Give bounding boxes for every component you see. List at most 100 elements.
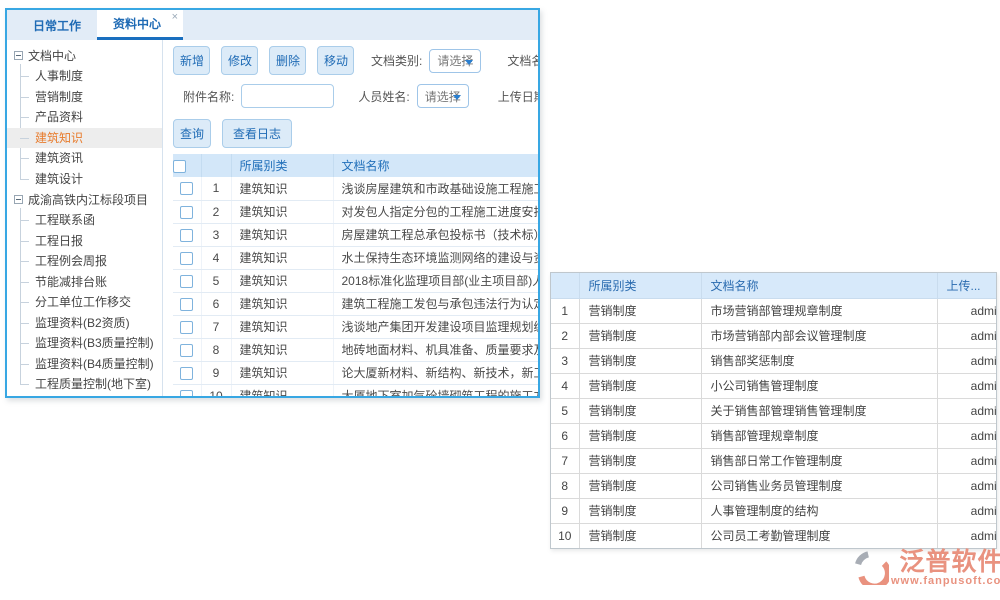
row-checkbox[interactable] bbox=[180, 390, 193, 396]
tree-item-contact-letter[interactable]: 工程联系函 bbox=[7, 210, 162, 231]
row-index: 3 bbox=[201, 223, 231, 246]
fanpu-logo: 泛普软件 www.fanpusoft.com bbox=[853, 549, 1000, 587]
add-button[interactable]: 新增 bbox=[173, 46, 210, 75]
table-row[interactable]: 6 营销制度 销售部管理规章制度 admin bbox=[551, 423, 997, 448]
row-index: 7 bbox=[201, 315, 231, 338]
row-doc-name: 房屋建筑工程总承包投标书（技术标）... bbox=[333, 223, 538, 246]
table-row[interactable]: 3 建筑知识 房屋建筑工程总承包投标书（技术标）... bbox=[173, 223, 538, 246]
row-uploader: admin bbox=[937, 298, 997, 323]
chevron-down-icon bbox=[465, 60, 473, 65]
tree-item-quality-control-basement[interactable]: 工程质量控制(地下室) bbox=[7, 374, 162, 395]
toolbar-row: 新增 修改 删除 移动 文档类别: 请选择 文档名称: bbox=[173, 46, 538, 75]
tree-group-project: 工程联系函 工程日报 工程例会周报 节能减排台账 分工单位工作移交 监理资料(B… bbox=[7, 210, 162, 395]
row-doc-name: 关于销售部管理销售管理制度 bbox=[701, 398, 937, 423]
tree-item-supervision-b2[interactable]: 监理资料(B2资质) bbox=[7, 313, 162, 334]
tree-root-document-center[interactable]: 文档中心 bbox=[7, 45, 162, 66]
table-row[interactable]: 7 建筑知识 浅谈地产集团开发建设项目监理规划编... bbox=[173, 315, 538, 338]
table-row[interactable]: 10 营销制度 公司员工考勤管理制度 admin bbox=[551, 523, 997, 548]
table-row[interactable]: 8 营销制度 公司销售业务员管理制度 admin bbox=[551, 473, 997, 498]
row-checkbox[interactable] bbox=[180, 298, 193, 311]
table-row[interactable]: 10 建筑知识 大厦地下室加气砼墙砌筑工程的施工方... bbox=[173, 384, 538, 396]
table-row[interactable]: 5 营销制度 关于销售部管理销售管理制度 admin bbox=[551, 398, 997, 423]
row-checkbox[interactable] bbox=[180, 182, 193, 195]
table-row[interactable]: 4 建筑知识 水土保持生态环境监测网络的建设与资... bbox=[173, 246, 538, 269]
row-doc-name: 2018标准化监理项目部(业主项目部)人员... bbox=[333, 269, 538, 292]
tree-item-hr-policy[interactable]: 人事制度 bbox=[7, 66, 162, 87]
table-header-row: 所属别类 文档名称 bbox=[173, 154, 538, 177]
move-button[interactable]: 移动 bbox=[317, 46, 354, 75]
document-center-window: 日常工作 资料中心 × 文档中心 人事制度 营销制度 产品资料 建筑知识 建筑资… bbox=[5, 8, 540, 398]
tree-item-construction-knowledge[interactable]: 建筑知识 bbox=[7, 128, 162, 149]
row-doc-name: 销售部管理规章制度 bbox=[701, 423, 937, 448]
row-checkbox[interactable] bbox=[180, 229, 193, 242]
row-index: 4 bbox=[201, 246, 231, 269]
row-checkbox[interactable] bbox=[180, 344, 193, 357]
tab-data-center[interactable]: 资料中心 × bbox=[97, 10, 183, 40]
fanpu-logo-icon bbox=[853, 549, 889, 585]
row-category: 营销制度 bbox=[579, 298, 701, 323]
table-row[interactable]: 5 建筑知识 2018标准化监理项目部(业主项目部)人员... bbox=[173, 269, 538, 292]
table-row[interactable]: 2 营销制度 市场营销部内部会议管理制度 admin bbox=[551, 323, 997, 348]
row-doc-name: 地砖地面材料、机具准备、质量要求及... bbox=[333, 338, 538, 361]
row-checkbox[interactable] bbox=[180, 275, 193, 288]
row-checkbox[interactable] bbox=[180, 252, 193, 265]
doc-type-select[interactable]: 请选择 bbox=[429, 49, 481, 73]
table-row[interactable]: 4 营销制度 小公司销售管理制度 admin bbox=[551, 373, 997, 398]
table-row[interactable]: 2 建筑知识 对发包人指定分包的工程施工进度安排... bbox=[173, 200, 538, 223]
row-index: 1 bbox=[201, 177, 231, 200]
tree-item-product-data[interactable]: 产品资料 bbox=[7, 107, 162, 128]
table-row[interactable]: 8 建筑知识 地砖地面材料、机具准备、质量要求及... bbox=[173, 338, 538, 361]
person-select[interactable]: 请选择 bbox=[417, 84, 469, 108]
view-log-button[interactable]: 查看日志 bbox=[222, 119, 292, 148]
collapse-icon[interactable] bbox=[14, 195, 23, 204]
row-checkbox[interactable] bbox=[180, 206, 193, 219]
tree-root-project[interactable]: 成渝高铁内江标段项目 bbox=[7, 189, 162, 210]
row-checkbox[interactable] bbox=[180, 367, 193, 380]
row-index: 2 bbox=[201, 200, 231, 223]
tree-item-construction-design[interactable]: 建筑设计 bbox=[7, 169, 162, 190]
table-row[interactable]: 1 建筑知识 浅谈房屋建筑和市政基础设施工程施工... bbox=[173, 177, 538, 200]
edit-button[interactable]: 修改 bbox=[221, 46, 258, 75]
row-index: 6 bbox=[201, 292, 231, 315]
col-doc-name: 文档名称 bbox=[701, 273, 937, 298]
table-row[interactable]: 6 建筑知识 建筑工程施工发包与承包违法行为认定... bbox=[173, 292, 538, 315]
table-row[interactable]: 9 建筑知识 论大厦新材料、新结构、新技术，新工... bbox=[173, 361, 538, 384]
row-category: 建筑知识 bbox=[231, 384, 333, 396]
row-doc-name: 市场营销部内部会议管理制度 bbox=[701, 323, 937, 348]
tree-item-energy-ledger[interactable]: 节能减排台账 bbox=[7, 272, 162, 293]
row-doc-name: 水土保持生态环境监测网络的建设与资... bbox=[333, 246, 538, 269]
row-doc-name: 小公司销售管理制度 bbox=[701, 373, 937, 398]
tree-item-marketing-policy[interactable]: 营销制度 bbox=[7, 87, 162, 108]
select-all-checkbox[interactable] bbox=[173, 160, 186, 173]
row-checkbox[interactable] bbox=[180, 321, 193, 334]
row-category: 营销制度 bbox=[579, 348, 701, 373]
row-category: 营销制度 bbox=[579, 448, 701, 473]
table-row[interactable]: 9 营销制度 人事管理制度的结构 admin bbox=[551, 498, 997, 523]
query-button[interactable]: 查询 bbox=[173, 119, 211, 148]
attachment-input[interactable] bbox=[241, 84, 334, 108]
delete-button[interactable]: 删除 bbox=[269, 46, 306, 75]
row-uploader: admin bbox=[937, 498, 997, 523]
row-doc-name: 人事管理制度的结构 bbox=[701, 498, 937, 523]
tree-item-work-transfer[interactable]: 分工单位工作移交 bbox=[7, 292, 162, 313]
tree-item-supervision-b3[interactable]: 监理资料(B3质量控制) bbox=[7, 333, 162, 354]
chevron-down-icon bbox=[453, 95, 461, 100]
row-doc-name: 建筑工程施工发包与承包违法行为认定... bbox=[333, 292, 538, 315]
table-row[interactable]: 7 营销制度 销售部日常工作管理制度 admin bbox=[551, 448, 997, 473]
tree-item-weekly-meeting[interactable]: 工程例会周报 bbox=[7, 251, 162, 272]
tree-item-construction-news[interactable]: 建筑资讯 bbox=[7, 148, 162, 169]
tab-daily-work[interactable]: 日常工作 bbox=[17, 10, 97, 40]
row-index: 2 bbox=[551, 323, 579, 348]
row-index: 9 bbox=[201, 361, 231, 384]
upload-date-label: 上传日期 bbox=[498, 88, 538, 105]
filter-row: 附件名称: 人员姓名: 请选择 上传日期 bbox=[173, 84, 538, 108]
close-icon[interactable]: × bbox=[172, 12, 178, 23]
row-index: 5 bbox=[201, 269, 231, 292]
table-row[interactable]: 3 营销制度 销售部奖惩制度 admin bbox=[551, 348, 997, 373]
table-row[interactable]: 1 营销制度 市场营销部管理规章制度 admin bbox=[551, 298, 997, 323]
collapse-icon[interactable] bbox=[14, 51, 23, 60]
tree-item-daily-report[interactable]: 工程日报 bbox=[7, 231, 162, 252]
row-doc-name: 销售部日常工作管理制度 bbox=[701, 448, 937, 473]
tree-item-supervision-b4[interactable]: 监理资料(B4质量控制) bbox=[7, 354, 162, 375]
tree-group-document-center: 人事制度 营销制度 产品资料 建筑知识 建筑资讯 建筑设计 bbox=[7, 66, 162, 189]
